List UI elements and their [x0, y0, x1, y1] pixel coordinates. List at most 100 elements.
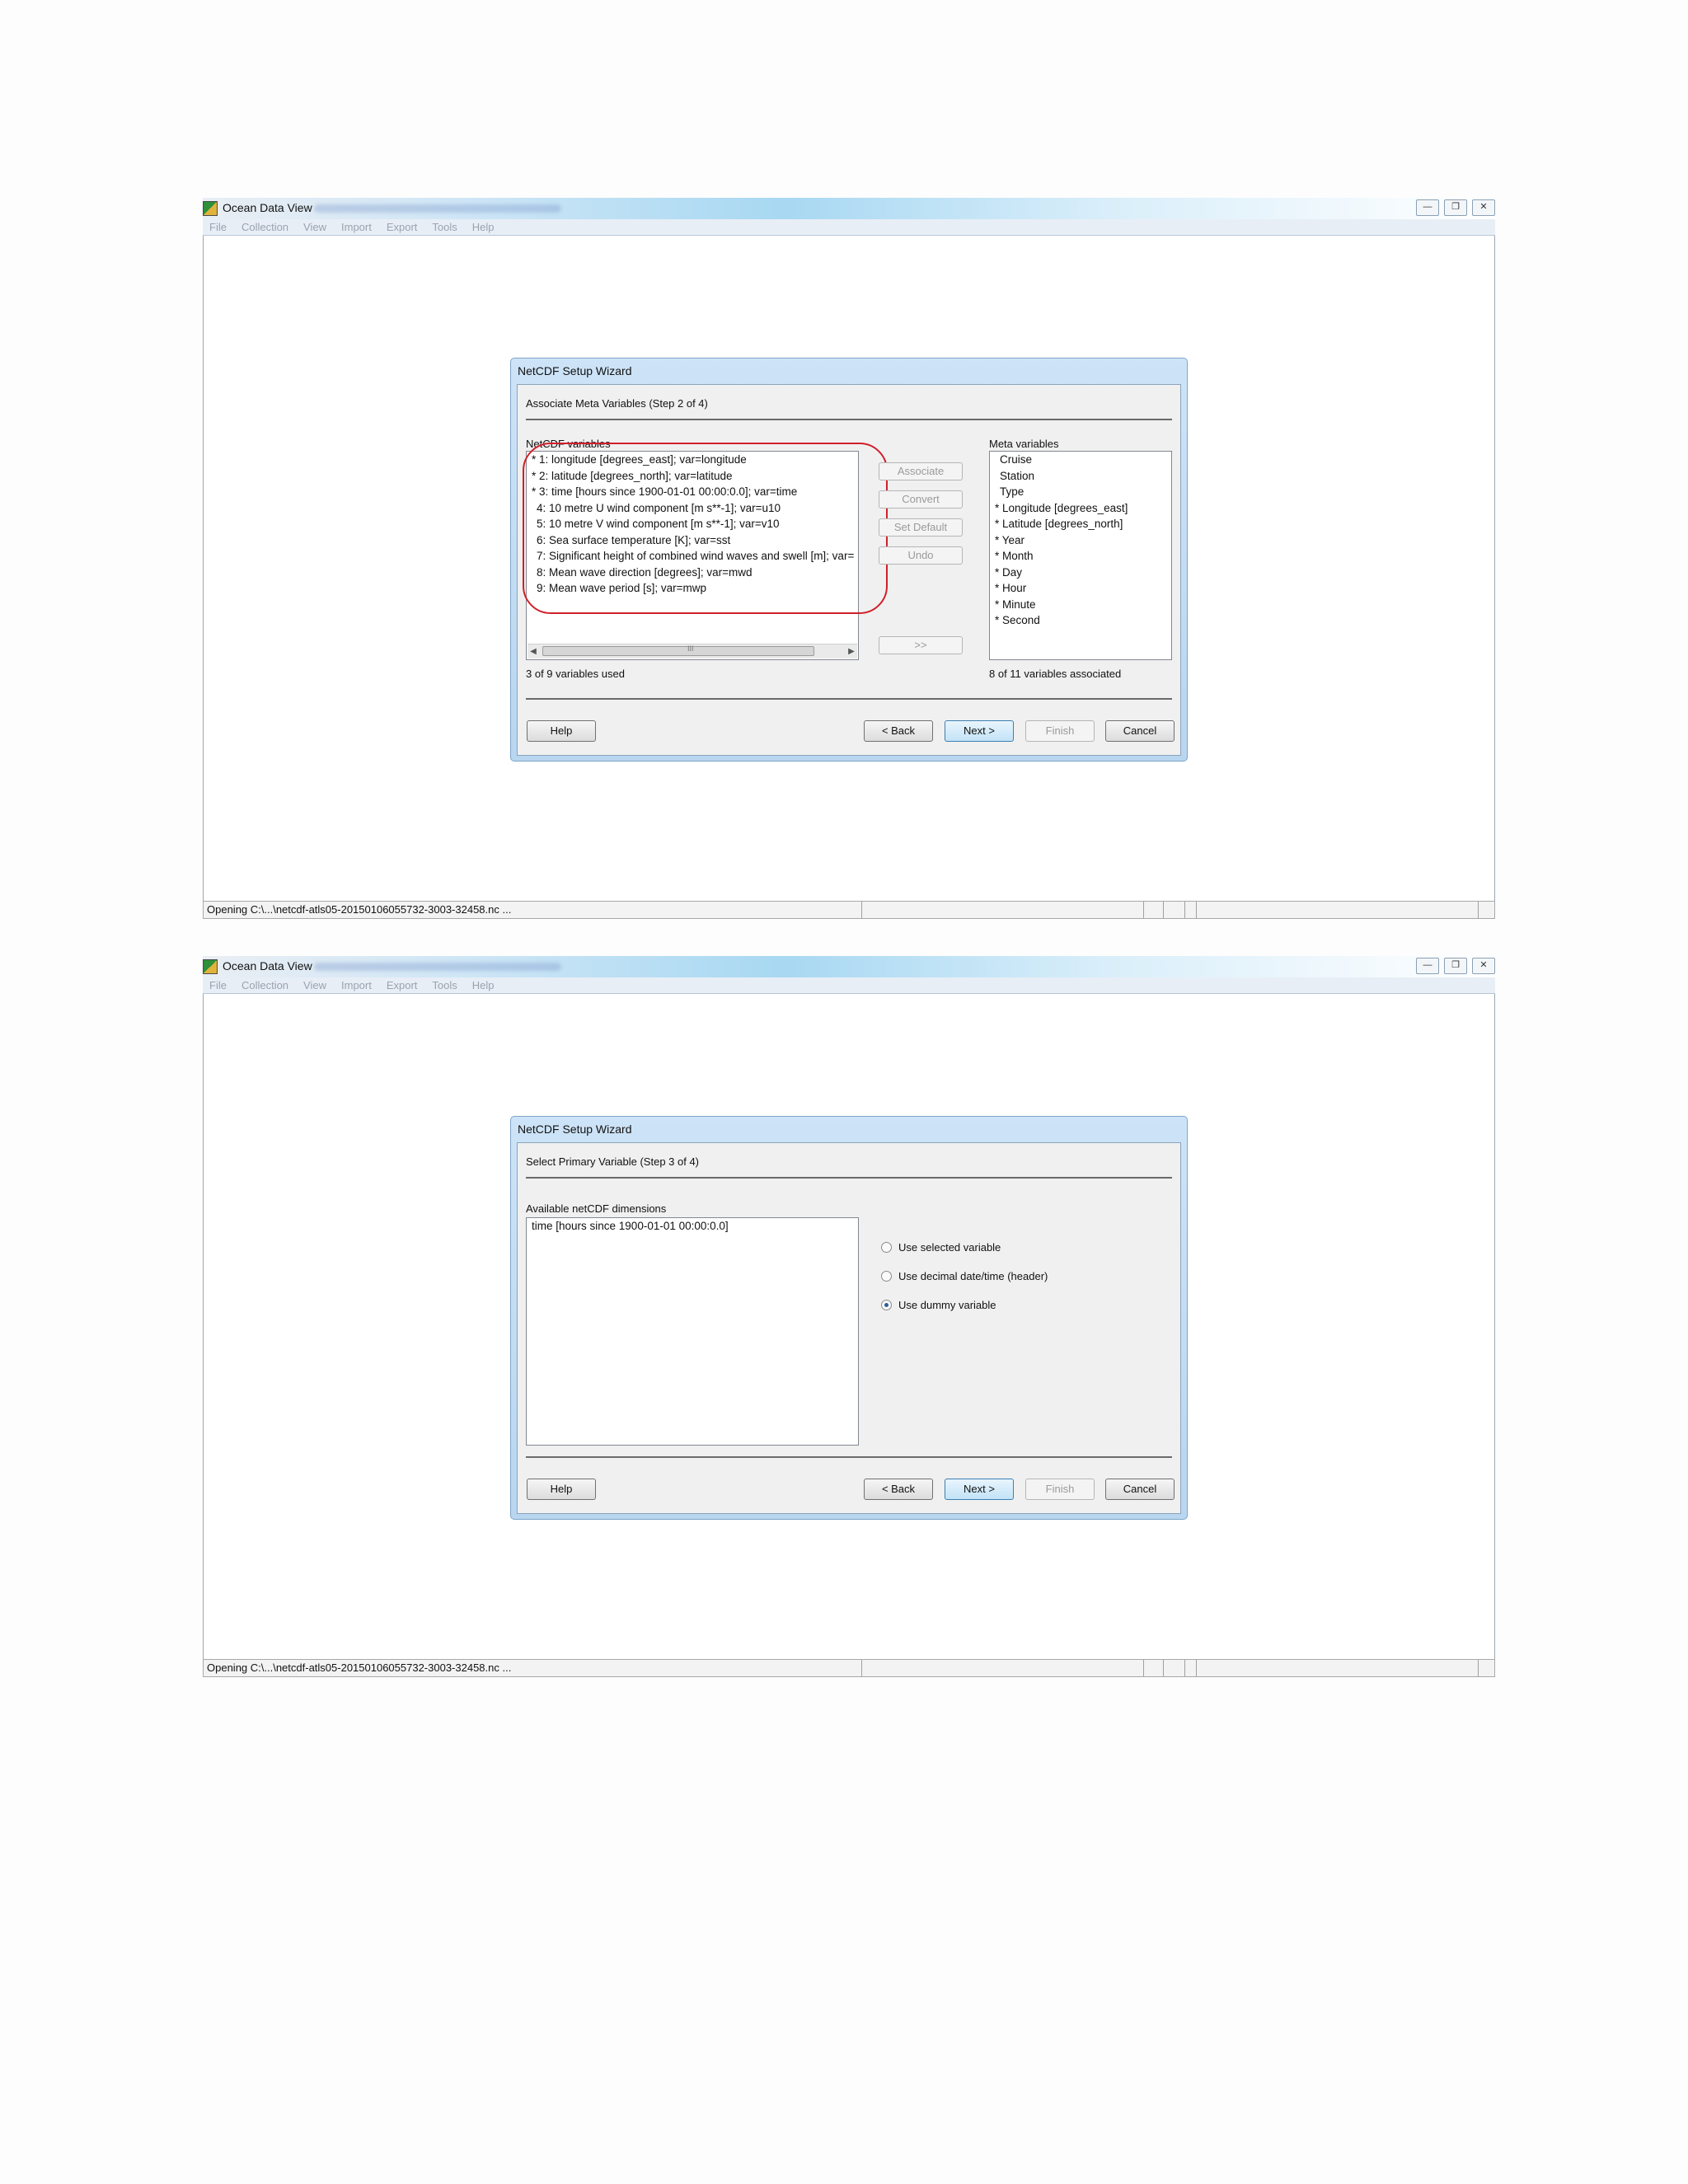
menu-collection[interactable]: Collection [241, 219, 288, 235]
cancel-button[interactable]: Cancel [1105, 720, 1175, 742]
minimize-icon[interactable]: ― [1416, 199, 1439, 216]
finish-button[interactable]: Finish [1025, 1479, 1095, 1500]
menu-tools[interactable]: Tools [432, 219, 457, 235]
list-item[interactable]: 8: Mean wave direction [degrees]; var=mw… [527, 565, 858, 581]
cancel-button[interactable]: Cancel [1105, 1479, 1175, 1500]
netcdf-variables-list[interactable]: * 1: longitude [degrees_east]; var=longi… [526, 451, 859, 660]
title-bar: Ocean Data View ― ❐ ✕ [203, 956, 1495, 978]
back-button[interactable]: < Back [864, 1479, 933, 1500]
list-item[interactable]: Station [990, 468, 1171, 485]
next-button[interactable]: Next > [945, 1479, 1014, 1500]
close-icon[interactable]: ✕ [1472, 199, 1495, 216]
status-divider [1196, 1660, 1197, 1676]
used-count: 3 of 9 variables used [526, 668, 625, 680]
status-text: Opening C:\...\netcdf-atls05-20150106055… [207, 903, 512, 916]
menu-help[interactable]: Help [472, 219, 495, 235]
netcdf-wizard-dialog-step3: NetCDF Setup Wizard Select Primary Varia… [510, 1116, 1188, 1520]
set-default-button[interactable]: Set Default [879, 518, 963, 537]
finish-button[interactable]: Finish [1025, 720, 1095, 742]
status-divider [1143, 1660, 1144, 1676]
netcdf-wizard-dialog-step2: NetCDF Setup Wizard Associate Meta Varia… [510, 358, 1188, 762]
list-item[interactable]: Cruise [990, 452, 1171, 468]
list-item[interactable]: * Longitude [degrees_east] [990, 500, 1171, 517]
list-item[interactable]: 5: 10 metre V wind component [m s**-1]; … [527, 516, 858, 532]
app-icon [203, 201, 218, 216]
netcdf-variables-label: NetCDF variables [526, 438, 611, 450]
radio-use-dummy-variable[interactable]: Use dummy variable [881, 1299, 996, 1311]
app-icon [203, 959, 218, 974]
radio-button-icon[interactable] [881, 1271, 892, 1282]
step-heading: Associate Meta Variables (Step 2 of 4) [526, 397, 708, 410]
menu-import[interactable]: Import [341, 977, 372, 993]
list-item[interactable]: Type [990, 484, 1171, 500]
radio-button-icon[interactable] [881, 1242, 892, 1253]
scroll-thumb[interactable]: III [542, 644, 814, 656]
convert-button[interactable]: Convert [879, 490, 963, 509]
help-button[interactable]: Help [527, 720, 596, 742]
menu-view[interactable]: View [303, 977, 326, 993]
status-divider [1143, 902, 1144, 918]
title-bar: Ocean Data View ― ❐ ✕ [203, 198, 1495, 220]
radio-button-selected-icon[interactable] [881, 1300, 892, 1310]
menu-export[interactable]: Export [387, 977, 418, 993]
blurred-document-title [314, 204, 561, 213]
separator [526, 1456, 1172, 1458]
transfer-arrow-button[interactable]: >> [879, 636, 963, 654]
list-item[interactable]: * Hour [990, 580, 1171, 597]
list-item[interactable]: * 3: time [hours since 1900-01-01 00:00:… [527, 484, 858, 500]
scroll-right-icon[interactable]: ▶ [846, 644, 857, 658]
list-item[interactable]: * Year [990, 532, 1171, 549]
list-item[interactable]: * Month [990, 548, 1171, 565]
dialog-body: Associate Meta Variables (Step 2 of 4) N… [517, 384, 1181, 756]
menu-help[interactable]: Help [472, 977, 495, 993]
menu-file[interactable]: File [209, 219, 227, 235]
app-title: Ocean Data View [223, 959, 312, 972]
meta-variables-label: Meta variables [989, 438, 1059, 450]
list-item[interactable]: time [hours since 1900-01-01 00:00:0.0] [527, 1218, 858, 1235]
app-title: Ocean Data View [223, 201, 312, 214]
associate-button[interactable]: Associate [879, 462, 963, 480]
app-window-1: Ocean Data View ― ❐ ✕ File Collection Vi… [203, 198, 1495, 921]
restore-icon[interactable]: ❐ [1444, 958, 1467, 974]
app-window-2: Ocean Data View ― ❐ ✕ File Collection Vi… [203, 956, 1495, 1679]
list-item[interactable]: * Day [990, 565, 1171, 581]
meta-variables-list[interactable]: Cruise Station Type * Longitude [degrees… [989, 451, 1172, 660]
radio-use-selected-variable[interactable]: Use selected variable [881, 1241, 1001, 1254]
menu-collection[interactable]: Collection [241, 977, 288, 993]
next-button[interactable]: Next > [945, 720, 1014, 742]
help-button[interactable]: Help [527, 1479, 596, 1500]
menu-view[interactable]: View [303, 219, 326, 235]
radio-label: Use selected variable [898, 1241, 1001, 1254]
minimize-icon[interactable]: ― [1416, 958, 1439, 974]
list-item[interactable]: 7: Significant height of combined wind w… [527, 548, 858, 565]
dialog-title: NetCDF Setup Wizard [518, 1122, 632, 1136]
list-item[interactable]: * Latitude [degrees_north] [990, 516, 1171, 532]
list-item[interactable]: * Minute [990, 597, 1171, 613]
close-icon[interactable]: ✕ [1472, 958, 1495, 974]
menu-import[interactable]: Import [341, 219, 372, 235]
status-divider [1196, 902, 1197, 918]
undo-button[interactable]: Undo [879, 546, 963, 565]
list-item[interactable]: * 2: latitude [degrees_north]; var=latit… [527, 468, 858, 485]
restore-icon[interactable]: ❐ [1444, 199, 1467, 216]
separator [526, 419, 1172, 420]
back-button[interactable]: < Back [864, 720, 933, 742]
list-item[interactable]: 6: Sea surface temperature [K]; var=sst [527, 532, 858, 549]
list-item[interactable]: 4: 10 metre U wind component [m s**-1]; … [527, 500, 858, 517]
list-item[interactable]: * Second [990, 612, 1171, 629]
menu-export[interactable]: Export [387, 219, 418, 235]
menu-file[interactable]: File [209, 977, 227, 993]
dimensions-list[interactable]: time [hours since 1900-01-01 00:00:0.0] [526, 1217, 859, 1446]
horizontal-scrollbar[interactable]: ◀ III ▶ [528, 644, 857, 658]
radio-label: Use decimal date/time (header) [898, 1270, 1048, 1282]
status-divider [861, 902, 862, 918]
list-item[interactable]: * 1: longitude [degrees_east]; var=longi… [527, 452, 858, 468]
scroll-left-icon[interactable]: ◀ [528, 644, 539, 658]
list-item[interactable]: 9: Mean wave period [s]; var=mwp [527, 580, 858, 597]
workspace-canvas: NetCDF Setup Wizard Associate Meta Varia… [203, 236, 1495, 901]
menu-tools[interactable]: Tools [432, 977, 457, 993]
blurred-document-title [314, 963, 561, 971]
radio-use-decimal-date[interactable]: Use decimal date/time (header) [881, 1270, 1048, 1282]
separator [526, 1177, 1172, 1179]
status-bar: Opening C:\...\netcdf-atls05-20150106055… [203, 1659, 1495, 1677]
